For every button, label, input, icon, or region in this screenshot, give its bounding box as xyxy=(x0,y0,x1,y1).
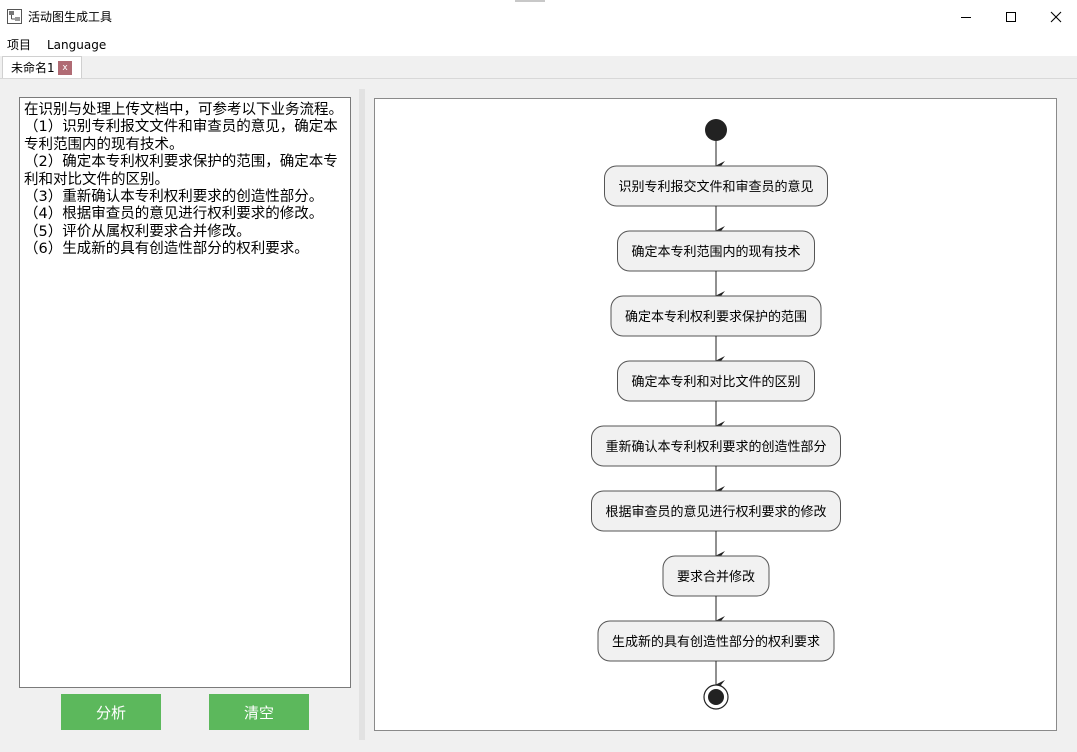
activity-node-label: 重新确认本专利权利要求的创造性部分 xyxy=(605,439,826,455)
tab-untitled[interactable]: 未命名1 x xyxy=(2,56,82,78)
activity-node-label: 确定本专利权利要求保护的范围 xyxy=(625,309,807,325)
analyze-button[interactable]: 分析 xyxy=(61,694,161,730)
activity-diagram: 识别专利报交文件和审查员的意见确定本专利范围内的现有技术确定本专利权利要求保护的… xyxy=(591,119,841,710)
title-bar: 活动图生成工具 xyxy=(0,0,1077,34)
main-area: 在识别与处理上传文档中，可参考以下业务流程。 （1）识别专利报文文件和审查员的意… xyxy=(0,79,1077,752)
window-title: 活动图生成工具 xyxy=(28,10,113,24)
close-button[interactable] xyxy=(1033,0,1077,34)
tab-label: 未命名1 xyxy=(11,61,55,75)
panel-splitter[interactable] xyxy=(359,89,365,740)
menu-language[interactable]: Language xyxy=(47,37,106,53)
minimize-button[interactable] xyxy=(943,0,989,34)
activity-node-label: 生成新的具有创造性部分的权利要求 xyxy=(612,634,820,650)
end-node xyxy=(703,684,729,710)
clear-button[interactable]: 清空 xyxy=(209,694,309,730)
close-icon xyxy=(1050,11,1062,23)
activity-node-label: 要求合并修改 xyxy=(677,570,755,585)
app-icon xyxy=(7,9,22,24)
start-node xyxy=(705,119,727,141)
maximize-icon xyxy=(1006,12,1016,22)
activity-node-label: 确定本专利和对比文件的区别 xyxy=(631,374,800,390)
tab-close-button[interactable]: x xyxy=(58,61,72,75)
activity-node-label: 确定本专利范围内的现有技术 xyxy=(631,244,800,260)
activity-diagram-panel: 识别专利报交文件和审查员的意见 确定本专利范围内的现有技术 确定本专利权利要求保护的… xyxy=(374,98,1057,731)
activity-node-label: 识别专利报交文件和审查员的意见 xyxy=(618,179,813,195)
tab-bar: 未命名1 x xyxy=(0,56,1077,79)
top-divider xyxy=(515,0,545,2)
maximize-button[interactable] xyxy=(988,0,1034,34)
process-text-input[interactable]: 在识别与处理上传文档中，可参考以下业务流程。 （1）识别专利报文文件和审查员的意… xyxy=(19,97,351,688)
menu-bar: 项目 Language xyxy=(0,34,1077,56)
minimize-icon xyxy=(961,17,971,18)
menu-project[interactable]: 项目 xyxy=(7,37,31,53)
activity-node-label: 根据审查员的意见进行权利要求的修改 xyxy=(605,504,826,520)
